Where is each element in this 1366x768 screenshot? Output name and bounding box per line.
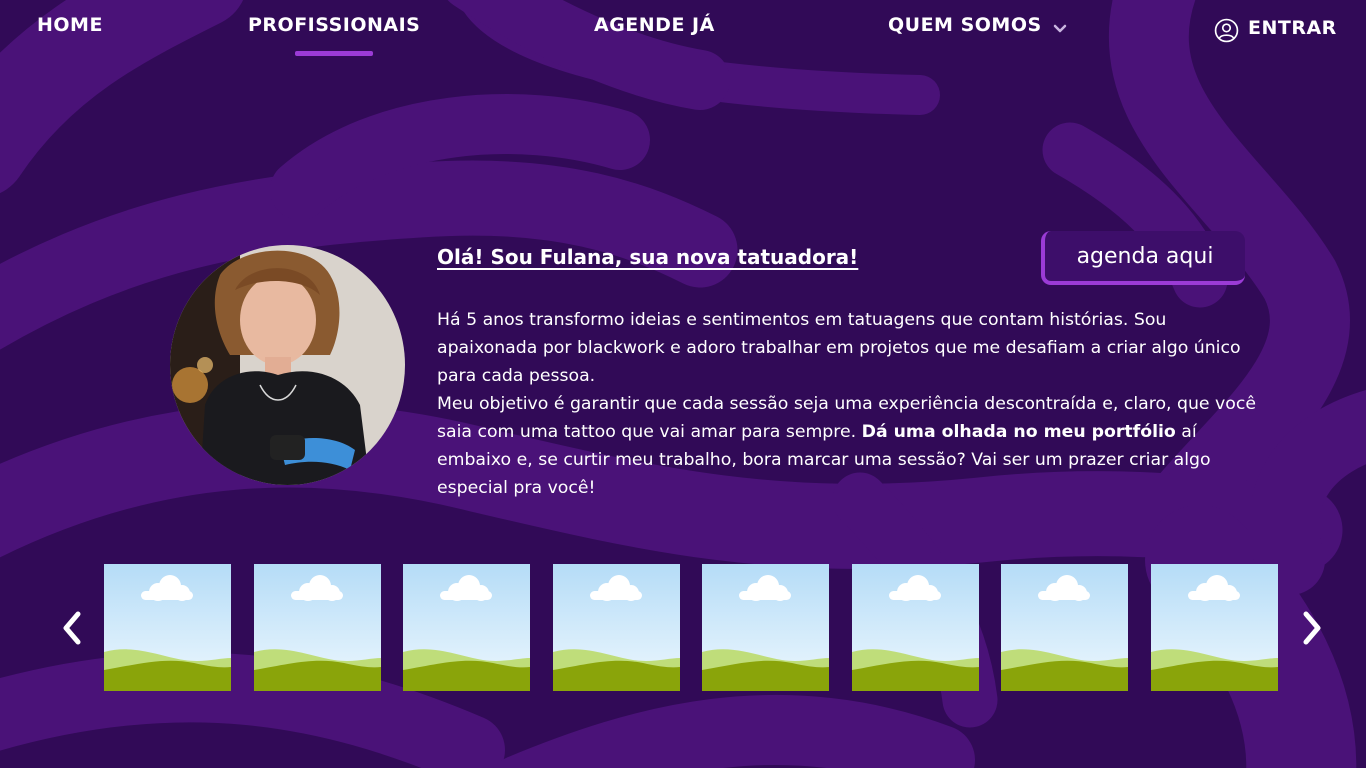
- profile-bio: Há 5 anos transformo ideias e sentimento…: [437, 306, 1267, 502]
- agenda-button[interactable]: agenda aqui: [1041, 231, 1245, 285]
- avatar-illustration: [170, 245, 405, 485]
- bio-paragraph-2: Meu objetivo é garantir que cada sessão …: [437, 390, 1267, 502]
- profile-avatar: [170, 245, 405, 485]
- chevron-right-icon[interactable]: [1300, 610, 1324, 646]
- gallery-item-6[interactable]: [852, 564, 979, 691]
- gallery-item-2[interactable]: [254, 564, 381, 691]
- image-placeholder-icon: [553, 564, 680, 691]
- chevron-left-icon[interactable]: [60, 610, 84, 646]
- user-icon[interactable]: [1214, 18, 1239, 43]
- image-placeholder-icon: [1001, 564, 1128, 691]
- gallery-item-5[interactable]: [702, 564, 829, 691]
- gallery-item-3[interactable]: [403, 564, 530, 691]
- gallery-item-1[interactable]: [104, 564, 231, 691]
- image-placeholder-icon: [104, 564, 231, 691]
- nav-quem-somos[interactable]: QUEM SOMOS: [888, 14, 1042, 36]
- image-placeholder-icon: [254, 564, 381, 691]
- image-placeholder-icon: [702, 564, 829, 691]
- nav-active-indicator: [295, 51, 373, 56]
- nav-entrar[interactable]: ENTRAR: [1248, 17, 1337, 39]
- gallery-item-4[interactable]: [553, 564, 680, 691]
- image-placeholder-icon: [403, 564, 530, 691]
- chevron-down-icon[interactable]: [1053, 24, 1067, 34]
- nav-agende[interactable]: AGENDE JÁ: [594, 14, 715, 36]
- gallery-item-7[interactable]: [1001, 564, 1128, 691]
- image-placeholder-icon: [852, 564, 979, 691]
- image-placeholder-icon: [1151, 564, 1278, 691]
- nav-home[interactable]: HOME: [37, 14, 103, 36]
- bio-paragraph-1: Há 5 anos transformo ideias e sentimento…: [437, 310, 1241, 386]
- profile-greeting: Olá! Sou Fulana, sua nova tatuadora!: [437, 245, 859, 269]
- nav-profissionais[interactable]: PROFISSIONAIS: [248, 14, 420, 36]
- gallery-item-8[interactable]: [1151, 564, 1278, 691]
- bio-portfolio-highlight: Dá uma olhada no meu portfólio: [861, 422, 1176, 442]
